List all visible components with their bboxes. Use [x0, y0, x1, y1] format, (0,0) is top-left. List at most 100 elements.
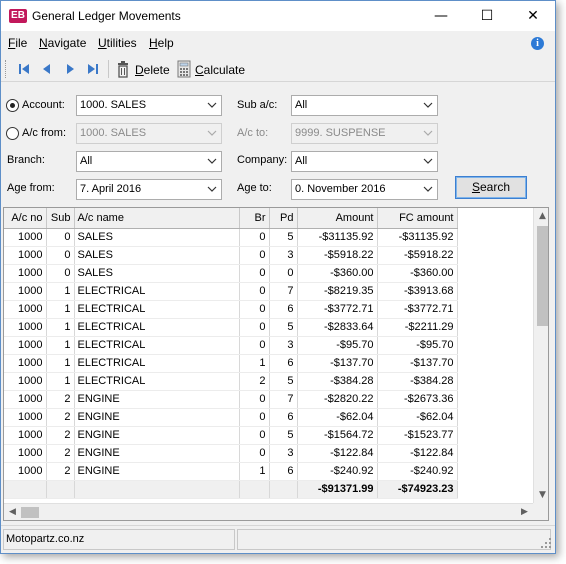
trash-icon[interactable] — [115, 60, 131, 78]
vertical-scrollbar[interactable]: ▲ ▼ — [533, 208, 548, 503]
table-cell: 1000 — [4, 246, 47, 265]
branch-combo[interactable]: All — [76, 151, 222, 172]
menu-utilities[interactable]: Utilities — [98, 36, 137, 50]
calculate-button[interactable]: Calculate — [195, 63, 245, 77]
acfrom-combo[interactable]: 1000. SALES — [76, 123, 222, 144]
last-record-icon[interactable] — [84, 61, 102, 77]
delete-button[interactable]: Delete — [135, 63, 170, 77]
column-header[interactable]: Sub — [46, 208, 75, 229]
table-cell: ENGINE — [74, 408, 240, 427]
grid-header-row: A/c no Sub A/c name Br Pd Amount FC amount — [4, 208, 458, 229]
table-cell: 1000 — [4, 408, 47, 427]
ageto-combo[interactable]: 0. November 2016 — [291, 179, 438, 200]
table-row[interactable]: 1000 2 ENGINE 1 6 -$240.92 -$240.92 — [4, 462, 458, 481]
subac-label: Sub a/c: — [237, 99, 278, 111]
table-cell: 2 — [239, 372, 270, 391]
table-row[interactable]: 1000 1 ELECTRICAL 1 6 -$137.70 -$137.70 — [4, 354, 458, 373]
table-cell: 0 — [239, 426, 270, 445]
chevron-down-icon — [207, 130, 217, 136]
table-row[interactable]: 1000 0 SALES 0 0 -$360.00 -$360.00 — [4, 264, 458, 283]
search-label: earch — [479, 180, 511, 194]
scroll-down-icon[interactable]: ▼ — [534, 487, 548, 503]
table-row[interactable]: 1000 0 SALES 0 3 -$5918.22 -$5918.22 — [4, 246, 458, 265]
horizontal-scrollbar[interactable]: ◀ ▶ — [4, 503, 533, 520]
scroll-left-icon[interactable]: ◀ — [4, 504, 21, 520]
table-row[interactable]: 1000 2 ENGINE 0 6 -$62.04 -$62.04 — [4, 408, 458, 427]
previous-record-icon[interactable] — [38, 61, 56, 77]
table-row[interactable]: 1000 2 ENGINE 0 3 -$122.84 -$122.84 — [4, 444, 458, 463]
account-radio[interactable] — [6, 99, 19, 112]
table-cell: ELECTRICAL — [74, 318, 240, 337]
movements-grid[interactable]: A/c no Sub A/c name Br Pd Amount FC amount 100… — [3, 207, 549, 521]
ageto-label: Age to: — [237, 182, 272, 194]
table-cell: 2 — [46, 444, 75, 463]
calculator-icon[interactable] — [176, 60, 192, 78]
vertical-scroll-thumb[interactable] — [537, 226, 548, 326]
acto-label: A/c to: — [237, 127, 269, 139]
table-cell: 1000 — [4, 300, 47, 319]
acto-combo[interactable]: 9999. SUSPENSE — [291, 123, 438, 144]
table-row[interactable]: 1000 2 ENGINE 0 7 -$2820.22 -$2673.36 — [4, 390, 458, 409]
menu-help[interactable]: Help — [149, 36, 174, 50]
agefrom-combo[interactable]: 7. April 2016 — [76, 179, 222, 200]
search-button[interactable]: Search — [455, 176, 527, 199]
subac-combo[interactable]: All — [291, 95, 438, 116]
scroll-up-icon[interactable]: ▲ — [534, 208, 548, 224]
table-row[interactable]: 1000 1 ELECTRICAL 2 5 -$384.28 -$384.28 — [4, 372, 458, 391]
table-cell: -$62.04 — [377, 408, 458, 427]
table-cell: 1 — [46, 282, 75, 301]
table-row[interactable]: 1000 0 SALES 0 5 -$31135.92 -$31135.92 — [4, 228, 458, 247]
table-cell: -$95.70 — [377, 336, 458, 355]
acfrom-radio[interactable] — [6, 127, 19, 140]
minimize-button[interactable]: — — [418, 1, 464, 31]
company-combo[interactable]: All — [291, 151, 438, 172]
table-cell: 0 — [239, 300, 270, 319]
table-cell: -$384.28 — [297, 372, 378, 391]
table-cell: 0 — [239, 390, 270, 409]
status-pane-empty — [237, 529, 551, 550]
toolbar: Delete Calculate — [1, 56, 555, 82]
total-amount: -$91371.99 — [297, 479, 378, 499]
menu-file[interactable]: File — [8, 36, 27, 50]
table-cell: 0 — [46, 246, 75, 265]
column-header[interactable]: Br — [239, 208, 270, 229]
table-cell: -$1523.77 — [377, 426, 458, 445]
resize-grip-icon[interactable] — [541, 538, 551, 548]
table-cell: 6 — [269, 462, 298, 481]
table-cell: -$3913.68 — [377, 282, 458, 301]
table-cell: 6 — [269, 300, 298, 319]
table-cell: -$62.04 — [297, 408, 378, 427]
menu-utilities-accel: U — [98, 36, 107, 50]
scroll-right-icon[interactable]: ▶ — [516, 504, 533, 520]
table-cell: -$2820.22 — [297, 390, 378, 409]
close-button[interactable]: ✕ — [510, 1, 556, 31]
table-cell: 3 — [269, 246, 298, 265]
table-cell: 0 — [239, 264, 270, 283]
first-record-icon[interactable] — [15, 61, 33, 77]
menu-navigate[interactable]: Navigate — [39, 36, 86, 50]
table-cell: -$122.84 — [297, 444, 378, 463]
account-label: Account: — [22, 99, 65, 111]
horizontal-scroll-thumb[interactable] — [21, 507, 39, 518]
table-row[interactable]: 1000 1 ELECTRICAL 0 3 -$95.70 -$95.70 — [4, 336, 458, 355]
column-header[interactable]: FC amount — [377, 208, 458, 229]
table-cell: 0 — [239, 228, 270, 247]
table-row[interactable]: 1000 1 ELECTRICAL 0 7 -$8219.35 -$3913.68 — [4, 282, 458, 301]
column-header[interactable]: A/c name — [74, 208, 240, 229]
toolbar-grip[interactable] — [5, 60, 8, 78]
column-header[interactable]: A/c no — [4, 208, 47, 229]
table-row[interactable]: 1000 1 ELECTRICAL 0 5 -$2833.64 -$2211.29 — [4, 318, 458, 337]
table-cell: 0 — [239, 336, 270, 355]
table-cell: ENGINE — [74, 462, 240, 481]
maximize-button[interactable]: ☐ — [464, 1, 510, 31]
account-combo[interactable]: 1000. SALES — [76, 95, 222, 116]
column-header[interactable]: Pd — [269, 208, 298, 229]
subac-combo-value: All — [295, 99, 308, 111]
info-icon[interactable]: i — [531, 37, 544, 50]
column-header[interactable]: Amount — [297, 208, 378, 229]
table-row[interactable]: 1000 1 ELECTRICAL 0 6 -$3772.71 -$3772.71 — [4, 300, 458, 319]
title-bar[interactable]: EB General Ledger Movements — ☐ ✕ — [1, 1, 555, 31]
table-cell: 0 — [269, 264, 298, 283]
table-row[interactable]: 1000 2 ENGINE 0 5 -$1564.72 -$1523.77 — [4, 426, 458, 445]
next-record-icon[interactable] — [61, 61, 79, 77]
